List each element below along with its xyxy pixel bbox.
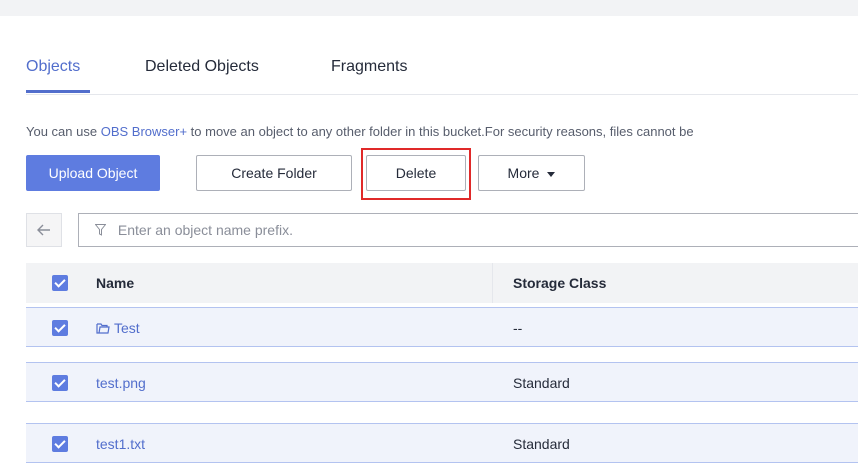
tab-deleted-objects[interactable]: Deleted Objects	[145, 56, 259, 78]
column-header-name[interactable]: Name	[96, 263, 134, 303]
row-name-link[interactable]: test.png	[96, 363, 146, 403]
row-storage-class: Standard	[513, 375, 570, 391]
obs-browser-link[interactable]: OBS Browser+	[101, 124, 187, 139]
notice-suffix: to move an object to any other folder in…	[187, 124, 694, 139]
table-header: Name Storage Class	[26, 263, 858, 303]
info-notice: You can use OBS Browser+ to move an obje…	[26, 124, 858, 140]
row-checkbox[interactable]	[52, 375, 68, 391]
create-folder-button[interactable]: Create Folder	[196, 155, 352, 191]
active-tab-indicator	[26, 90, 90, 93]
notice-prefix: You can use	[26, 124, 101, 139]
row-name-link[interactable]: Test	[96, 308, 140, 348]
row-storage-class: Standard	[513, 436, 570, 452]
table-row[interactable]: Test --	[26, 307, 858, 347]
column-divider	[492, 263, 493, 303]
folder-icon	[96, 323, 110, 334]
row-checkbox[interactable]	[52, 436, 68, 452]
table-row[interactable]: test.png Standard	[26, 362, 858, 402]
arrow-left-icon	[37, 224, 50, 236]
caret-down-icon	[547, 171, 556, 177]
row-checkbox[interactable]	[52, 320, 68, 336]
table-row[interactable]: test1.txt Standard	[26, 423, 858, 463]
object-prefix-search[interactable]: Enter an object name prefix.	[78, 213, 858, 247]
more-dropdown[interactable]: More	[478, 155, 585, 191]
back-button[interactable]	[26, 213, 62, 247]
row-name-text: Test	[114, 320, 140, 336]
column-header-storage-class[interactable]: Storage Class	[513, 263, 606, 303]
row-storage-class: --	[513, 320, 523, 336]
tab-fragments[interactable]: Fragments	[331, 56, 407, 78]
select-all-checkbox[interactable]	[52, 275, 68, 291]
delete-highlight-box	[361, 148, 471, 200]
filter-icon	[94, 224, 107, 237]
more-label: More	[507, 165, 540, 181]
tab-objects[interactable]: Objects	[26, 56, 80, 78]
tab-bar: Objects Deleted Objects Fragments	[26, 56, 858, 95]
top-bar	[0, 0, 858, 16]
row-name-link[interactable]: test1.txt	[96, 424, 145, 464]
search-placeholder: Enter an object name prefix.	[117, 222, 293, 238]
upload-object-button[interactable]: Upload Object	[26, 155, 160, 191]
